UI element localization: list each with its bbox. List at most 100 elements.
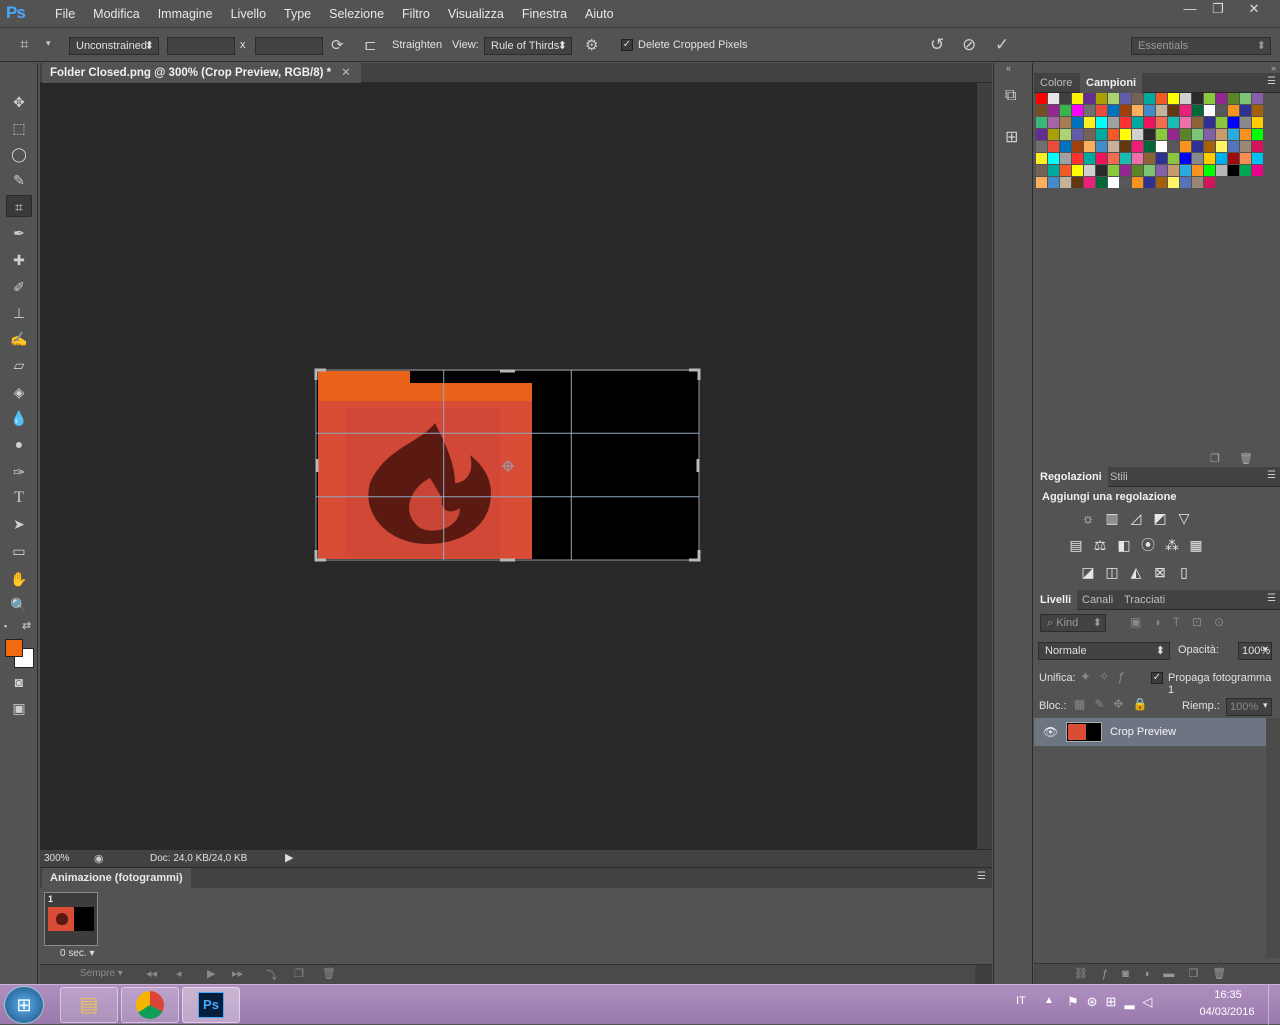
width-input[interactable] <box>167 37 235 55</box>
posterize-icon[interactable]: ◫ <box>1103 564 1121 580</box>
commit-crop-icon[interactable]: ✓ <box>995 35 1009 55</box>
swatch[interactable] <box>1180 177 1191 188</box>
swatch[interactable] <box>1180 129 1191 140</box>
aspect-ratio-select[interactable]: Unconstrained ⬍ <box>69 37 159 55</box>
swap-dimensions-icon[interactable]: ⟳ <box>331 36 344 54</box>
swatch[interactable] <box>1036 105 1047 116</box>
swatch[interactable] <box>1072 93 1083 104</box>
menu-selezione[interactable]: Selezione <box>320 0 393 28</box>
clock-date[interactable]: 04/03/2016 <box>1194 1006 1260 1018</box>
swatch[interactable] <box>1132 117 1143 128</box>
menu-file[interactable]: File <box>46 0 84 28</box>
swatch[interactable] <box>1144 105 1155 116</box>
swatch[interactable] <box>1108 177 1119 188</box>
zoom-level[interactable]: 300% <box>44 850 90 868</box>
swatch[interactable] <box>1132 105 1143 116</box>
swatch[interactable] <box>1108 153 1119 164</box>
propagate-frame-checkbox[interactable]: ✓ <box>1151 672 1163 684</box>
swatch[interactable] <box>1216 141 1227 152</box>
swatch[interactable] <box>1060 177 1071 188</box>
taskbar-explorer[interactable]: ▤ <box>60 987 118 1023</box>
swatch[interactable] <box>1216 129 1227 140</box>
invert-icon[interactable]: ◪ <box>1079 564 1097 580</box>
restore-button[interactable]: ❐ <box>1204 0 1232 20</box>
document-tab[interactable]: Folder Closed.png @ 300% (Crop Preview, … <box>42 63 361 83</box>
tab-regolazioni[interactable]: Regolazioni <box>1034 467 1108 487</box>
swatch[interactable] <box>1228 153 1239 164</box>
swatch[interactable] <box>1120 177 1131 188</box>
color-lookup-icon[interactable]: ▦ <box>1187 537 1205 553</box>
unify-icons[interactable]: ✦✧ƒ <box>1080 669 1133 685</box>
swatch[interactable] <box>1204 177 1215 188</box>
swatch[interactable] <box>1192 105 1203 116</box>
layer-filter-select[interactable]: ⌕ Kind ⬍ <box>1040 614 1106 632</box>
opacity-dropdown-icon[interactable]: ▾ <box>1263 644 1268 655</box>
swatch[interactable] <box>1096 129 1107 140</box>
swatch[interactable] <box>1132 177 1143 188</box>
status-menu-arrow-icon[interactable]: ▶ <box>285 851 293 864</box>
swatch[interactable] <box>1072 129 1083 140</box>
swatch[interactable] <box>1120 105 1131 116</box>
exposure-icon[interactable]: ◩ <box>1151 510 1169 526</box>
swatch[interactable] <box>1060 93 1071 104</box>
collapse-panels-icon[interactable]: » <box>1271 63 1276 73</box>
swatch[interactable] <box>1240 153 1251 164</box>
swatch[interactable] <box>1132 153 1143 164</box>
swatch[interactable] <box>1072 153 1083 164</box>
eyedropper-tool-icon[interactable]: ✒ <box>6 222 32 244</box>
swatch[interactable] <box>1180 153 1191 164</box>
swatch[interactable] <box>1192 153 1203 164</box>
swatch[interactable] <box>1120 93 1131 104</box>
language-indicator[interactable]: IT <box>1016 995 1026 1007</box>
animation-panel-title[interactable]: Animazione (fotogrammi) <box>42 868 191 888</box>
swatch[interactable] <box>1168 177 1179 188</box>
tab-campioni[interactable]: Campioni <box>1080 73 1143 93</box>
dodge-tool-icon[interactable]: ● <box>6 433 32 455</box>
hand-tool-icon[interactable]: ✋ <box>6 568 32 590</box>
swatch[interactable] <box>1204 165 1215 176</box>
vertical-scrollbar[interactable] <box>977 83 992 849</box>
workspace-select[interactable]: Essentials ⬍ <box>1131 37 1271 55</box>
path-selection-tool-icon[interactable]: ➤ <box>6 513 32 535</box>
swatch[interactable] <box>1144 141 1155 152</box>
swatch[interactable] <box>1240 165 1251 176</box>
lock-icons[interactable]: ▦✎✥🔒 <box>1074 697 1156 711</box>
swatch[interactable] <box>1132 165 1143 176</box>
collapse-dock-icon[interactable]: « <box>1006 63 1011 73</box>
swatch[interactable] <box>1144 153 1155 164</box>
swatch[interactable] <box>1240 141 1251 152</box>
swatch[interactable] <box>1192 117 1203 128</box>
layer-name[interactable]: Crop Preview <box>1110 726 1176 738</box>
swatch[interactable] <box>1252 105 1263 116</box>
new-swatch-icon[interactable]: ❐ <box>1210 452 1220 465</box>
swatch[interactable] <box>1048 165 1059 176</box>
delete-cropped-checkbox[interactable]: ✓ <box>621 39 633 51</box>
swatch[interactable] <box>1180 105 1191 116</box>
swatch[interactable] <box>1144 129 1155 140</box>
swatch[interactable] <box>1072 141 1083 152</box>
tab-livelli[interactable]: Livelli <box>1034 590 1078 610</box>
swatch[interactable] <box>1036 165 1047 176</box>
pen-tool-icon[interactable]: ✑ <box>6 461 32 483</box>
menu-type[interactable]: Type <box>275 0 320 28</box>
gradient-map-icon[interactable]: ▯ <box>1175 564 1193 580</box>
swatch[interactable] <box>1192 165 1203 176</box>
swatch[interactable] <box>1108 117 1119 128</box>
swatch[interactable] <box>1180 165 1191 176</box>
swap-colors-icon[interactable]: ⇄ <box>22 619 31 632</box>
swatch[interactable] <box>1048 93 1059 104</box>
photo-filter-icon[interactable]: ⦿ <box>1139 537 1157 553</box>
eye-visibility-icon[interactable]: 👁 <box>1043 725 1058 739</box>
menu-aiuto[interactable]: Aiuto <box>576 0 623 28</box>
swatch[interactable] <box>1252 117 1263 128</box>
eraser-tool-icon[interactable]: ▱ <box>6 354 32 376</box>
swatch[interactable] <box>1036 117 1047 128</box>
minimize-button[interactable]: — <box>1176 0 1204 20</box>
swatch[interactable] <box>1096 93 1107 104</box>
swatch[interactable] <box>1072 165 1083 176</box>
swatch[interactable] <box>1048 129 1059 140</box>
screen-mode-icon[interactable]: ▣ <box>6 697 32 719</box>
delete-frame-icon[interactable]: 🗑 <box>322 967 336 980</box>
tween-icon[interactable]: ⤵ <box>266 967 277 983</box>
curves-icon[interactable]: ◿ <box>1127 510 1145 526</box>
